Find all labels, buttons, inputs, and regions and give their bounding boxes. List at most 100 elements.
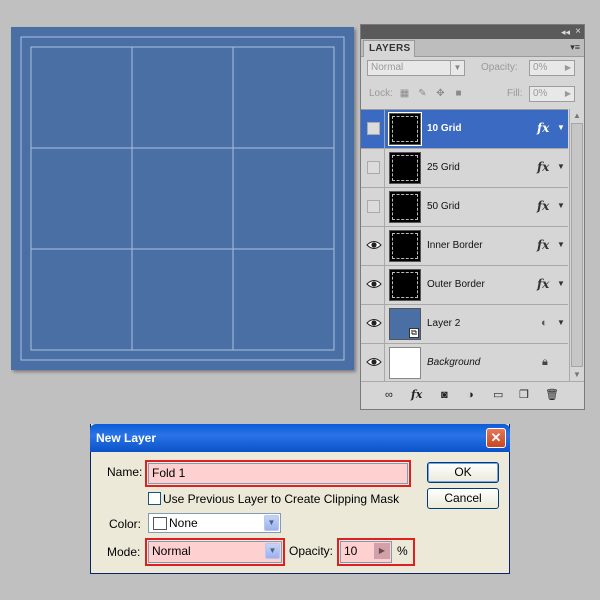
- expand-effects-icon[interactable]: ▼: [557, 240, 565, 249]
- visibility-toggle[interactable]: [363, 266, 385, 304]
- chevron-down-icon: ▼: [450, 61, 464, 75]
- layer-name: Inner Border: [427, 240, 483, 251]
- visibility-toggle[interactable]: [363, 227, 385, 265]
- visibility-toggle[interactable]: [363, 149, 385, 187]
- mode-value: Normal: [152, 544, 191, 558]
- fill-input[interactable]: 0% ▶: [529, 86, 575, 102]
- expand-effects-icon[interactable]: ▼: [557, 162, 565, 171]
- fill-label: Fill:: [507, 88, 523, 99]
- layer-name: Layer 2: [427, 318, 461, 329]
- expand-effects-icon[interactable]: ▼: [557, 279, 565, 288]
- dialog-titlebar[interactable]: New Layer ✕: [90, 424, 510, 452]
- scroll-down-icon[interactable]: ▼: [570, 368, 584, 382]
- panel-close-icon[interactable]: ×: [575, 25, 581, 38]
- layer-row-inner-border[interactable]: Inner Border fx ▼: [361, 227, 568, 266]
- fx-icon[interactable]: fx: [537, 121, 549, 135]
- layer-row-50-grid[interactable]: 50 Grid fx ▼: [361, 188, 568, 227]
- fx-icon[interactable]: fx: [537, 277, 549, 291]
- layer-name: Background: [427, 357, 481, 368]
- opacity-label: Opacity:: [481, 62, 518, 73]
- document-canvas[interactable]: [11, 27, 354, 370]
- chevron-down-icon: ▼: [265, 543, 280, 559]
- visibility-off-box: [367, 161, 380, 174]
- color-label: Color:: [109, 517, 142, 531]
- lock-icon: 🔒︎: [542, 356, 548, 368]
- layer-name: 50 Grid: [427, 201, 460, 212]
- fx-icon[interactable]: fx: [537, 160, 549, 174]
- tab-layers[interactable]: LAYERS: [363, 40, 415, 57]
- panel-header-bar: ◂◂ ×: [361, 25, 584, 39]
- thumb-dashes: [392, 116, 418, 142]
- link-icon[interactable]: ∞: [385, 388, 393, 402]
- layer-row-layer-2[interactable]: ⧉ Layer 2 ◐ ▼: [361, 305, 568, 344]
- triangle-right-icon: ▶: [564, 89, 572, 98]
- scroll-thumb[interactable]: [571, 123, 583, 367]
- ok-button[interactable]: OK: [427, 462, 499, 483]
- thumb-dashes: [392, 233, 418, 259]
- mode-select[interactable]: Normal ▼: [148, 541, 282, 563]
- triangle-right-icon: ▶: [564, 63, 572, 72]
- opacity-input[interactable]: 10 ▶: [340, 541, 392, 563]
- visibility-toggle[interactable]: [363, 188, 385, 226]
- name-label: Name:: [107, 465, 143, 479]
- cancel-button[interactable]: Cancel: [427, 488, 499, 509]
- expand-effects-icon[interactable]: ▼: [557, 201, 565, 210]
- blend-opacity-row: Normal ▼ Opacity: 0% ▶: [365, 59, 580, 77]
- color-swatch: [153, 517, 167, 530]
- clipping-mask-checkbox[interactable]: [148, 492, 161, 505]
- layer-thumbnail: [389, 269, 421, 301]
- expand-effects-icon[interactable]: ▼: [557, 123, 565, 132]
- group-icon[interactable]: ▭: [493, 388, 503, 402]
- visibility-toggle[interactable]: [363, 305, 385, 343]
- layer-name: 25 Grid: [427, 162, 460, 173]
- layer-thumbnail: [389, 191, 421, 223]
- visibility-toggle[interactable]: [363, 110, 385, 148]
- new-layer-dialog: New Layer ✕ Name: Fold 1 OK Cancel Use P…: [90, 424, 510, 574]
- collapse-icon[interactable]: ◂◂: [561, 26, 570, 38]
- layer-row-25-grid[interactable]: 25 Grid fx ▼: [361, 149, 568, 188]
- trash-icon[interactable]: 🗑︎: [545, 388, 559, 402]
- layer-row-background[interactable]: Background 🔒︎: [361, 344, 568, 383]
- expand-effects-icon[interactable]: ▼: [557, 318, 565, 327]
- opacity-input[interactable]: 0% ▶: [529, 60, 575, 76]
- layer-row-10-grid[interactable]: 10 Grid fx ▼: [361, 110, 568, 149]
- layer-name: 10 Grid: [427, 123, 462, 134]
- layer-thumbnail: [389, 230, 421, 262]
- layer-row-outer-border[interactable]: Outer Border fx ▼: [361, 266, 568, 305]
- scroll-up-icon[interactable]: ▲: [570, 109, 584, 123]
- mode-label: Mode:: [107, 545, 141, 559]
- triangle-right-icon[interactable]: ▶: [374, 543, 390, 559]
- layers-panel: ◂◂ × LAYERS ▾≡ Normal ▼ Opacity: 0% ▶ Lo…: [360, 24, 585, 410]
- opacity-value: 10: [344, 544, 358, 558]
- color-value: None: [169, 516, 198, 530]
- fx-icon[interactable]: fx: [537, 199, 549, 213]
- lock-transparency-icon[interactable]: ▦: [399, 88, 410, 99]
- color-select[interactable]: None ▼: [148, 513, 281, 533]
- name-input[interactable]: Fold 1: [148, 463, 408, 484]
- fx-icon[interactable]: fx: [411, 388, 422, 402]
- new-layer-icon[interactable]: ❐: [519, 388, 529, 402]
- opacity-unit: %: [397, 544, 408, 558]
- layers-list: 10 Grid fx ▼ 25 Grid fx ▼ 50 Grid fx ▼ I…: [361, 109, 568, 383]
- fx-icon[interactable]: fx: [537, 238, 549, 252]
- visibility-toggle[interactable]: [363, 344, 385, 382]
- blend-mode-select[interactable]: Normal ▼: [367, 60, 465, 76]
- fill-value: 0%: [533, 88, 548, 99]
- mask-icon[interactable]: ◙: [441, 388, 448, 402]
- outer-border-line: [20, 36, 345, 361]
- layers-scrollbar[interactable]: ▲ ▼: [569, 109, 584, 382]
- layers-bottom-toolbar: ∞ fx ◙ ◑ ▭ ❐ 🗑︎: [361, 381, 584, 409]
- lock-all-icon[interactable]: ■: [453, 88, 464, 99]
- lock-move-icon[interactable]: ✥: [435, 88, 446, 99]
- lock-brush-icon[interactable]: ✎: [417, 88, 428, 99]
- panel-menu-icon[interactable]: ▾≡: [570, 42, 580, 53]
- visibility-off-box: [367, 122, 380, 135]
- close-icon[interactable]: ✕: [486, 428, 506, 448]
- panel-tab-bar: LAYERS ▾≡: [361, 39, 584, 57]
- inner-border-line: [30, 46, 335, 351]
- clipping-mask-label[interactable]: Use Previous Layer to Create Clipping Ma…: [163, 492, 399, 506]
- layer-name: Outer Border: [427, 279, 485, 290]
- layer-thumbnail: ⧉: [389, 308, 421, 340]
- adjustment-icon[interactable]: ◑: [467, 388, 474, 402]
- blend-options-icon[interactable]: ◐: [541, 317, 548, 329]
